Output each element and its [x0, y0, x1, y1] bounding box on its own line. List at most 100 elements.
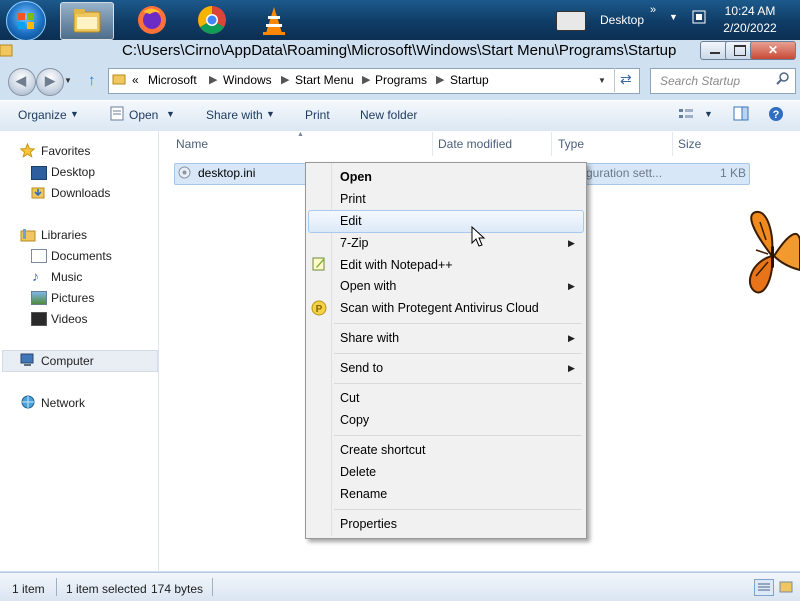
share-with-dropdown-icon[interactable]: ▼: [266, 109, 275, 119]
menu-item-open[interactable]: Open: [340, 170, 372, 184]
menu-separator: [334, 353, 582, 354]
preview-pane-icon[interactable]: [733, 106, 749, 121]
new-folder-button[interactable]: New folder: [360, 108, 417, 122]
forward-button[interactable]: ▶: [36, 68, 64, 96]
action-center-flag-icon[interactable]: [691, 9, 707, 25]
menu-item-edit[interactable]: Edit: [340, 214, 362, 228]
share-with-button[interactable]: Share with: [206, 108, 263, 122]
menu-item-cut[interactable]: Cut: [340, 391, 359, 405]
taskbar: [0, 0, 800, 40]
menu-item-rename[interactable]: Rename: [340, 487, 387, 501]
recent-pages-icon[interactable]: ▼: [64, 76, 72, 85]
address-dropdown-icon[interactable]: ▼: [598, 76, 606, 85]
show-hidden-icons-icon[interactable]: ▼: [669, 12, 678, 22]
nav-favorites[interactable]: Favorites: [41, 144, 90, 158]
forward-arrow-icon: ▶: [45, 73, 55, 88]
menu-item-open-with[interactable]: Open with: [340, 279, 396, 293]
window-folder-icon: [0, 42, 14, 58]
restore-icon: [734, 45, 746, 56]
network-icon: [20, 395, 36, 409]
organize-button[interactable]: Organize: [18, 108, 67, 122]
taskbar-vlc-button[interactable]: [248, 2, 300, 38]
toolbar-overflow-icon[interactable]: »: [650, 4, 656, 16]
folder-icon: [73, 9, 101, 33]
print-button[interactable]: Print: [305, 108, 330, 122]
change-view-icon[interactable]: [678, 107, 694, 121]
back-button[interactable]: ◀: [8, 68, 36, 96]
breadcrumb-separator-icon[interactable]: ▶: [436, 73, 444, 86]
nav-computer[interactable]: Computer: [41, 354, 94, 368]
menu-item-edit-notepadpp[interactable]: Edit with Notepad++: [340, 258, 453, 272]
help-icon[interactable]: ?: [768, 106, 784, 122]
menu-item-send-to[interactable]: Send to: [340, 361, 383, 375]
breadcrumb-microsoft[interactable]: Microsoft: [148, 73, 197, 87]
menu-item-copy[interactable]: Copy: [340, 413, 369, 427]
taskbar-explorer-button[interactable]: [60, 2, 114, 40]
open-dropdown-icon[interactable]: ▼: [166, 109, 175, 119]
breadcrumb-separator-icon[interactable]: ▶: [281, 73, 289, 86]
search-placeholder: Search Startup: [660, 74, 741, 88]
menu-separator: [334, 323, 582, 324]
nav-libraries[interactable]: Libraries: [41, 228, 87, 242]
menu-item-delete[interactable]: Delete: [340, 465, 376, 479]
nav-pictures[interactable]: Pictures: [51, 291, 94, 305]
menu-item-print[interactable]: Print: [340, 192, 366, 206]
breadcrumb-start-menu[interactable]: Start Menu: [295, 73, 354, 87]
close-button[interactable]: ✕: [750, 41, 796, 60]
organize-dropdown-icon[interactable]: ▼: [70, 109, 79, 119]
breadcrumb-separator-icon[interactable]: ▶: [209, 73, 217, 86]
nav-videos[interactable]: Videos: [51, 312, 87, 326]
menu-item-7zip[interactable]: 7-Zip: [340, 236, 368, 250]
taskbar-chrome-button[interactable]: [186, 2, 238, 38]
taskbar-firefox-button[interactable]: [126, 2, 178, 38]
vlc-icon: [263, 7, 285, 35]
nav-music[interactable]: Music: [51, 270, 82, 284]
column-header-name[interactable]: Name: [176, 137, 208, 151]
submenu-arrow-icon: ▶: [568, 333, 575, 343]
menu-separator: [334, 435, 582, 436]
clock-date[interactable]: 2/20/2022: [722, 21, 778, 35]
pictures-icon: [31, 291, 47, 305]
open-button[interactable]: Open: [129, 108, 158, 122]
nav-downloads[interactable]: Downloads: [51, 186, 110, 200]
large-icons-view-icon[interactable]: [778, 580, 794, 594]
breadcrumb-programs[interactable]: Programs: [375, 73, 427, 87]
nav-desktop[interactable]: Desktop: [51, 165, 95, 179]
column-divider[interactable]: [551, 132, 552, 156]
keyboard-icon[interactable]: [556, 11, 586, 31]
menu-item-properties[interactable]: Properties: [340, 517, 397, 531]
music-icon: ♪: [32, 268, 39, 284]
menu-item-share-with[interactable]: Share with: [340, 331, 399, 345]
status-separator: [56, 578, 57, 596]
settings-file-icon: [178, 166, 191, 179]
protegent-icon: P: [311, 300, 327, 316]
search-icon[interactable]: [776, 71, 790, 85]
breadcrumb-startup[interactable]: Startup: [450, 73, 489, 87]
up-arrow-icon[interactable]: ↑: [88, 72, 96, 89]
column-header-size[interactable]: Size: [678, 137, 701, 151]
column-header-date-modified[interactable]: Date modified: [438, 137, 512, 151]
computer-icon: [20, 353, 36, 367]
column-header-type[interactable]: Type: [558, 137, 584, 151]
breadcrumb-separator-icon[interactable]: ▶: [362, 73, 370, 86]
view-dropdown-icon[interactable]: ▼: [704, 109, 713, 119]
file-name[interactable]: desktop.ini: [198, 166, 255, 180]
file-type: guration sett...: [586, 166, 663, 180]
details-view-icon[interactable]: [754, 579, 774, 596]
file-size: 1 KB: [720, 166, 747, 180]
breadcrumb-windows[interactable]: Windows: [223, 73, 272, 87]
chrome-icon: [198, 6, 226, 34]
address-overflow-icon[interactable]: «: [132, 73, 139, 87]
clock-time[interactable]: 10:24 AM: [722, 4, 778, 18]
start-button[interactable]: [6, 1, 46, 41]
refresh-icon: ⇄: [620, 71, 632, 87]
menu-item-create-shortcut[interactable]: Create shortcut: [340, 443, 425, 457]
column-divider[interactable]: [672, 132, 673, 156]
documents-icon: [31, 249, 47, 263]
desktop-toolbar-label[interactable]: Desktop: [600, 13, 644, 27]
refresh-button[interactable]: ⇄: [614, 68, 639, 92]
nav-documents[interactable]: Documents: [51, 249, 112, 263]
nav-network[interactable]: Network: [41, 396, 85, 410]
column-divider[interactable]: [432, 132, 433, 156]
menu-item-scan-protegent[interactable]: Scan with Protegent Antivirus Cloud: [340, 301, 539, 315]
